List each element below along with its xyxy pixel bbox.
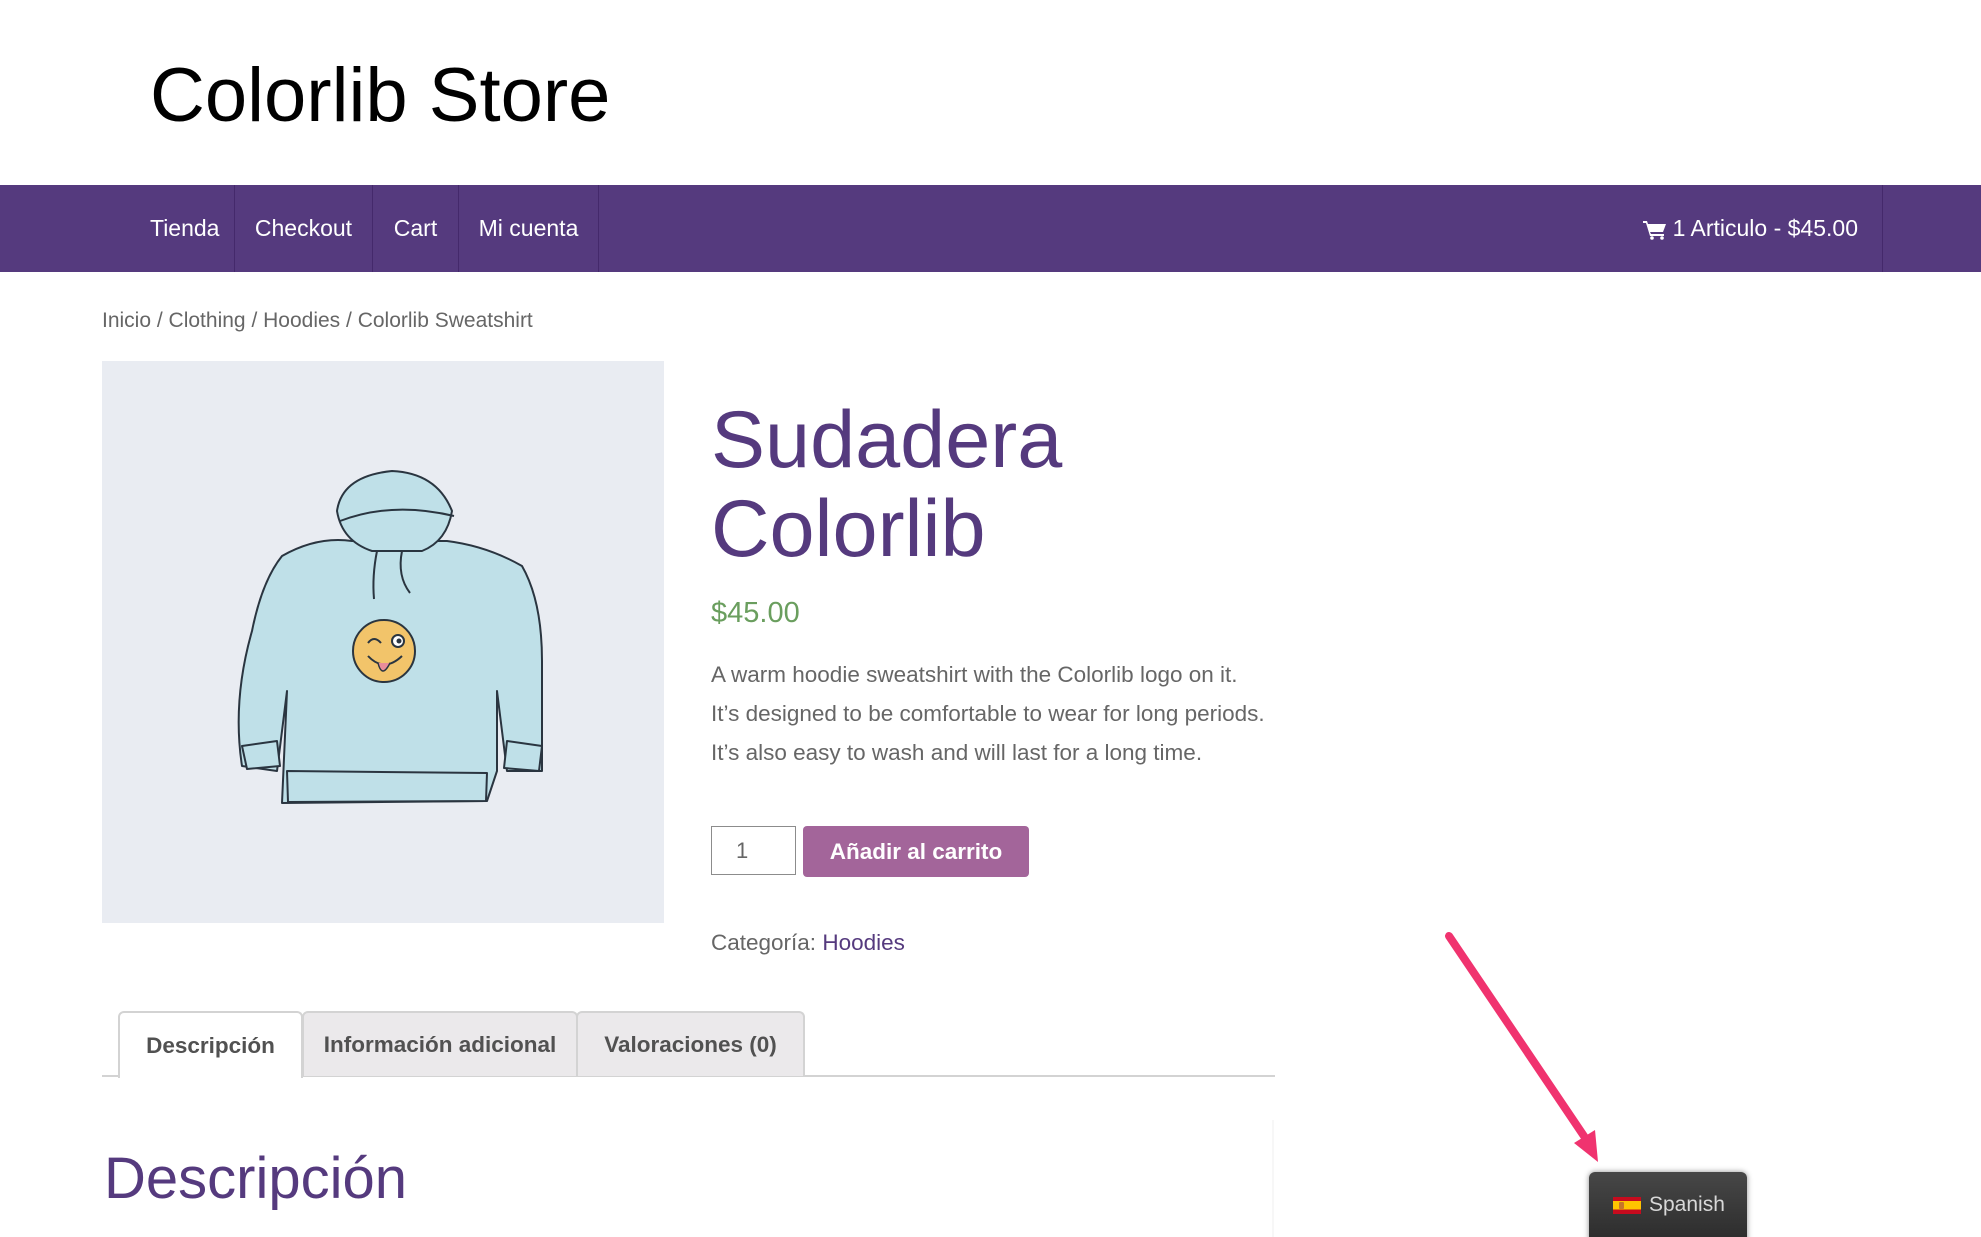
tab-label: Descripción xyxy=(146,1032,275,1058)
nav-item-label: Checkout xyxy=(254,215,353,241)
breadcrumb-separator: / xyxy=(340,309,358,332)
breadcrumb-inicio[interactable]: Inicio xyxy=(102,309,151,332)
nav-item-tienda[interactable]: Tienda xyxy=(0,185,235,272)
tab-label: Valoraciones (0) xyxy=(604,1031,777,1057)
panel-border xyxy=(1272,1120,1274,1237)
product-short-description: A warm hoodie sweatshirt with the Colorl… xyxy=(711,662,1265,765)
breadcrumb-hoodies[interactable]: Hoodies xyxy=(263,309,340,332)
site-title[interactable]: Colorlib Store xyxy=(150,52,610,139)
description-panel-title: Descripción xyxy=(104,1146,407,1211)
main-navigation: Tienda Checkout Cart Mi cuenta 1 Articul… xyxy=(0,185,1981,272)
category-link[interactable]: Hoodies xyxy=(822,930,905,955)
category-label: Categoría: xyxy=(711,930,817,955)
product-price: $45.00 xyxy=(711,597,800,629)
cart-summary: 1 Articulo - $45.00 xyxy=(1672,215,1858,241)
nav-item-label: Cart xyxy=(393,215,438,241)
breadcrumb: Inicio / Clothing / Hoodies / Colorlib S… xyxy=(102,309,533,333)
breadcrumb-clothing[interactable]: Clothing xyxy=(169,309,246,332)
spain-flag-icon xyxy=(1613,1196,1641,1214)
breadcrumb-separator: / xyxy=(245,309,264,332)
hoodie-illustration xyxy=(237,470,543,804)
shopping-cart-icon xyxy=(1642,219,1667,240)
add-to-cart-button[interactable]: Añadir al carrito xyxy=(803,826,1029,877)
tab-label: Información adicional xyxy=(323,1031,557,1057)
nav-item-label: Tienda xyxy=(150,215,220,241)
quantity-input[interactable] xyxy=(711,826,796,875)
nav-item-checkout[interactable]: Checkout xyxy=(235,185,373,272)
header-cart-link[interactable]: 1 Articulo - $45.00 xyxy=(1642,185,1883,272)
nav-item-mi-cuenta[interactable]: Mi cuenta xyxy=(459,185,599,272)
tab-informacion-adicional[interactable]: Información adicional xyxy=(302,1011,578,1076)
tab-descripcion[interactable]: Descripción xyxy=(118,1011,303,1078)
tab-valoraciones[interactable]: Valoraciones (0) xyxy=(576,1011,805,1076)
breadcrumb-current: Colorlib Sweatshirt xyxy=(357,309,533,332)
product-image[interactable] xyxy=(102,361,664,923)
product-category: Categoría: Hoodies xyxy=(711,930,905,956)
language-label: Spanish xyxy=(1649,1193,1725,1216)
nav-item-label: Mi cuenta xyxy=(478,215,579,241)
nav-item-cart[interactable]: Cart xyxy=(373,185,459,272)
annotation-arrow-icon xyxy=(1445,932,1598,1162)
product-title: Sudadera Colorlib xyxy=(711,395,1063,574)
language-switcher[interactable]: Spanish xyxy=(1589,1172,1747,1237)
breadcrumb-separator: / xyxy=(151,309,169,332)
